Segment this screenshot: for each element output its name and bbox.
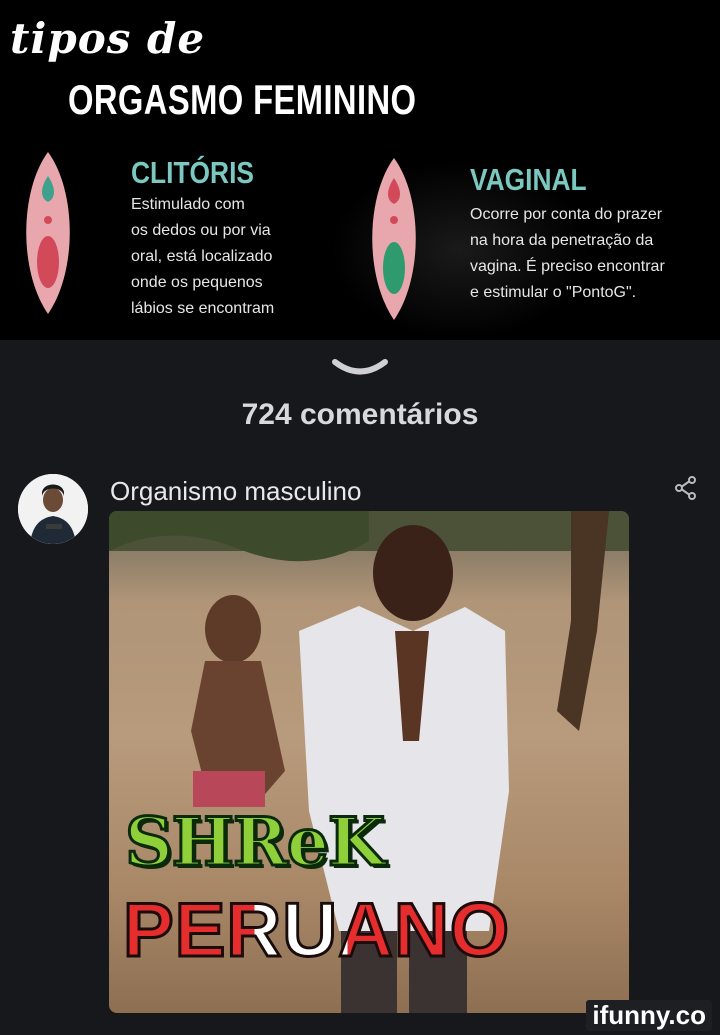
meme-caption-shrek: SHReK bbox=[123, 802, 386, 883]
comment-meme-image[interactable]: SHReK PERUANO bbox=[109, 511, 629, 1013]
clitoris-illustration bbox=[26, 152, 70, 314]
clitoris-description: Estimulado com os dedos ou por via oral,… bbox=[131, 196, 275, 317]
avatar[interactable] bbox=[18, 474, 88, 544]
post-image[interactable]: tipos de ORGASMO FEMININO CLITÓRIS Estim… bbox=[0, 0, 720, 340]
post-title-main: ORGASMO FEMININO bbox=[68, 76, 417, 123]
meme-caption-peruano: PERUANO bbox=[121, 887, 511, 975]
vaginal-description: Ocorre por conta do prazer na hora da pe… bbox=[470, 206, 665, 301]
clitoris-title: CLITÓRIS bbox=[131, 155, 254, 190]
vaginal-title: VAGINAL bbox=[470, 162, 587, 197]
avatar-image bbox=[18, 474, 88, 544]
chevron-down-icon[interactable] bbox=[331, 357, 389, 381]
ifunny-watermark: ifunny.co bbox=[586, 1000, 712, 1031]
comment-count[interactable]: 724 comentários bbox=[0, 398, 720, 432]
post-title-script: tipos de bbox=[10, 14, 206, 63]
comment-text: Organismo masculino bbox=[110, 476, 362, 506]
share-icon[interactable] bbox=[672, 474, 700, 502]
vaginal-illustration bbox=[372, 158, 416, 320]
